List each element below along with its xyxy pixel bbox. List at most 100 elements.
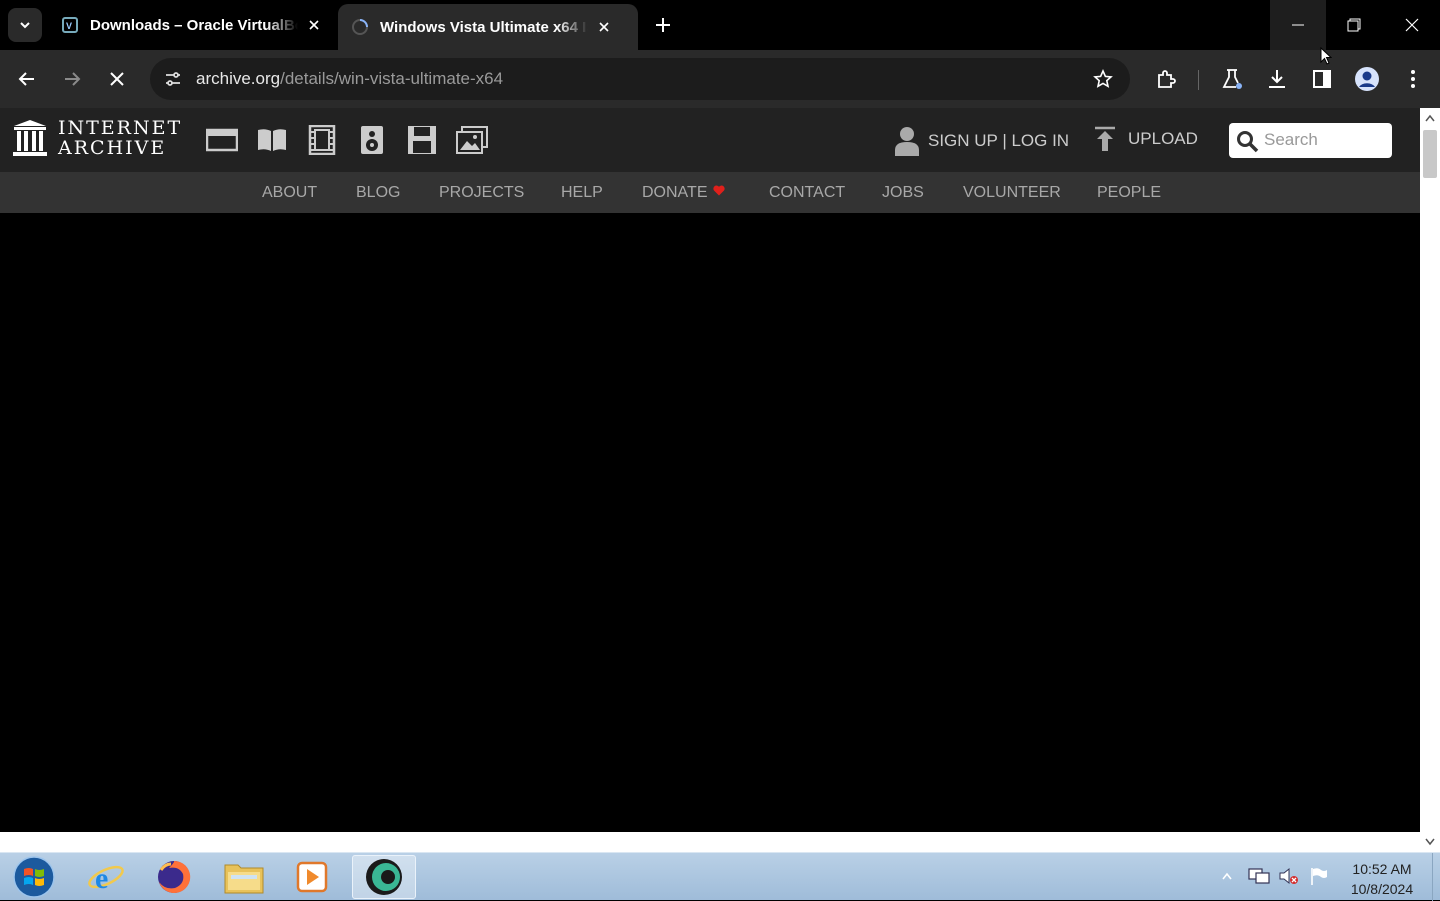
taskbar-active-app[interactable] bbox=[352, 855, 416, 899]
loading-spinner-icon bbox=[352, 19, 368, 35]
tab-virtualbox-downloads[interactable]: V Downloads – Oracle VirtualBox bbox=[48, 0, 338, 50]
taskbar-internet-explorer[interactable]: e bbox=[74, 855, 138, 899]
texts-icon[interactable] bbox=[254, 124, 290, 156]
search-icon[interactable] bbox=[1235, 129, 1259, 153]
archive-top-bar: INTERNET ARCHIVE SIGN UP | LOG IN UPLOAD bbox=[0, 108, 1420, 172]
menu-button[interactable] bbox=[1396, 62, 1430, 96]
nav-volunteer[interactable]: VOLUNTEER bbox=[963, 184, 1061, 202]
plus-icon bbox=[656, 18, 670, 32]
avatar-icon bbox=[1355, 67, 1379, 91]
taskbar-file-explorer[interactable] bbox=[212, 855, 276, 899]
download-icon bbox=[1269, 70, 1285, 88]
star-icon bbox=[1093, 69, 1113, 88]
images-icon[interactable] bbox=[454, 124, 490, 156]
logo-line-1: INTERNET bbox=[58, 117, 183, 139]
site-info-button[interactable] bbox=[156, 62, 190, 96]
nav-people[interactable]: PEOPLE bbox=[1097, 184, 1161, 202]
stop-loading-button[interactable] bbox=[100, 62, 134, 96]
address-bar[interactable]: archive.org/details/win-vista-ultimate-x… bbox=[150, 58, 1130, 100]
nav-projects[interactable]: PROJECTS bbox=[439, 184, 524, 202]
signup-login-label: SIGN UP | LOG IN bbox=[928, 131, 1070, 150]
scroll-up-icon[interactable] bbox=[1424, 112, 1436, 124]
close-tab-icon[interactable] bbox=[594, 17, 614, 37]
software-icon[interactable] bbox=[404, 124, 440, 156]
close-tab-icon[interactable] bbox=[304, 15, 324, 35]
chrome-like-app-icon bbox=[366, 859, 402, 895]
bookmark-button[interactable] bbox=[1086, 62, 1120, 96]
internet-explorer-icon: e bbox=[88, 862, 124, 895]
close-icon bbox=[110, 72, 124, 86]
puzzle-icon bbox=[1158, 70, 1176, 88]
nav-blog[interactable]: BLOG bbox=[356, 184, 400, 202]
folder-icon bbox=[224, 864, 264, 894]
profile-button[interactable] bbox=[1350, 62, 1384, 96]
show-desktop-button[interactable] bbox=[1432, 853, 1440, 901]
archive-logo[interactable]: INTERNET ARCHIVE bbox=[12, 118, 182, 158]
search-input[interactable] bbox=[1264, 129, 1384, 151]
nav-contact[interactable]: CONTACT bbox=[769, 184, 845, 202]
video-icon[interactable] bbox=[304, 124, 340, 156]
system-clock[interactable]: 10:52 AM 10/8/2024 bbox=[1340, 859, 1424, 899]
close-window-button[interactable] bbox=[1384, 0, 1440, 50]
show-hidden-icons-button[interactable] bbox=[1216, 865, 1238, 887]
nav-about[interactable]: ABOUT bbox=[262, 184, 317, 202]
side-panel-button[interactable] bbox=[1305, 62, 1339, 96]
arrow-left-icon bbox=[18, 72, 34, 86]
labs-button[interactable] bbox=[1215, 62, 1249, 96]
mouse-cursor-icon bbox=[1320, 47, 1332, 65]
archive-nav-bar: ABOUT BLOG PROJECTS HELP DONATE CONTACT … bbox=[0, 172, 1420, 213]
scroll-down-icon[interactable] bbox=[1424, 836, 1436, 848]
tab-title: Windows Vista Ultimate x64 ISO bbox=[380, 18, 588, 36]
nav-jobs[interactable]: JOBS bbox=[882, 184, 924, 202]
downloads-button[interactable] bbox=[1260, 62, 1294, 96]
forward-button[interactable] bbox=[55, 62, 89, 96]
tune-icon bbox=[166, 72, 180, 86]
nav-donate[interactable]: DONATE bbox=[642, 184, 726, 202]
minimize-button[interactable] bbox=[1270, 0, 1326, 50]
nav-help[interactable]: HELP bbox=[561, 184, 603, 202]
new-tab-button[interactable] bbox=[648, 10, 678, 40]
media-player-icon bbox=[296, 861, 328, 893]
upload-link[interactable]: UPLOAD bbox=[1094, 126, 1198, 152]
restore-button[interactable] bbox=[1326, 0, 1382, 50]
tab-windows-vista[interactable]: Windows Vista Ultimate x64 ISO bbox=[338, 4, 638, 50]
archive-search bbox=[1229, 123, 1392, 158]
flask-icon bbox=[1222, 69, 1242, 89]
tab-search-button[interactable] bbox=[8, 8, 42, 42]
clock-date: 10/8/2024 bbox=[1350, 881, 1414, 897]
user-icon bbox=[895, 127, 919, 156]
nav-donate-label: DONATE bbox=[642, 184, 708, 201]
taskbar-media-player[interactable] bbox=[280, 855, 344, 899]
svg-text:e: e bbox=[95, 862, 108, 895]
volume-tray-icon[interactable] bbox=[1278, 865, 1300, 887]
svg-text:V: V bbox=[66, 21, 72, 31]
back-button[interactable] bbox=[10, 62, 44, 96]
audio-icon[interactable] bbox=[354, 124, 390, 156]
windows-taskbar: e 10:52 AM 10/8/2024 bbox=[0, 852, 1440, 901]
taskbar-firefox[interactable] bbox=[142, 855, 206, 899]
toolbar-separator bbox=[1198, 70, 1199, 90]
page-content-loading bbox=[0, 213, 1420, 833]
page-bottom-area bbox=[0, 832, 1420, 852]
extensions-button[interactable] bbox=[1149, 62, 1183, 96]
url-path: /details/win-vista-ultimate-x64 bbox=[280, 69, 504, 88]
heart-icon bbox=[713, 185, 726, 196]
start-button[interactable] bbox=[2, 855, 66, 899]
network-tray-icon[interactable] bbox=[1248, 865, 1270, 887]
virtualbox-favicon-icon: V bbox=[62, 17, 78, 33]
account-link[interactable]: SIGN UP | LOG IN bbox=[894, 126, 1069, 156]
side-panel-icon bbox=[1313, 70, 1331, 88]
archive-building-icon bbox=[13, 120, 47, 156]
chevron-up-icon bbox=[1222, 872, 1232, 880]
url-host: archive.org bbox=[196, 69, 281, 88]
action-center-tray-icon[interactable] bbox=[1308, 865, 1330, 887]
url-text[interactable]: archive.org/details/win-vista-ultimate-x… bbox=[196, 69, 503, 89]
firefox-icon bbox=[158, 860, 191, 893]
volume-muted-icon bbox=[1279, 867, 1298, 885]
vertical-scrollbar[interactable] bbox=[1420, 108, 1440, 852]
chevron-down-icon bbox=[20, 22, 30, 29]
tab-strip: V Downloads – Oracle VirtualBox Windows … bbox=[0, 0, 1440, 50]
web-icon[interactable] bbox=[204, 124, 240, 156]
scrollbar-thumb[interactable] bbox=[1423, 130, 1437, 178]
arrow-right-icon bbox=[65, 72, 81, 86]
